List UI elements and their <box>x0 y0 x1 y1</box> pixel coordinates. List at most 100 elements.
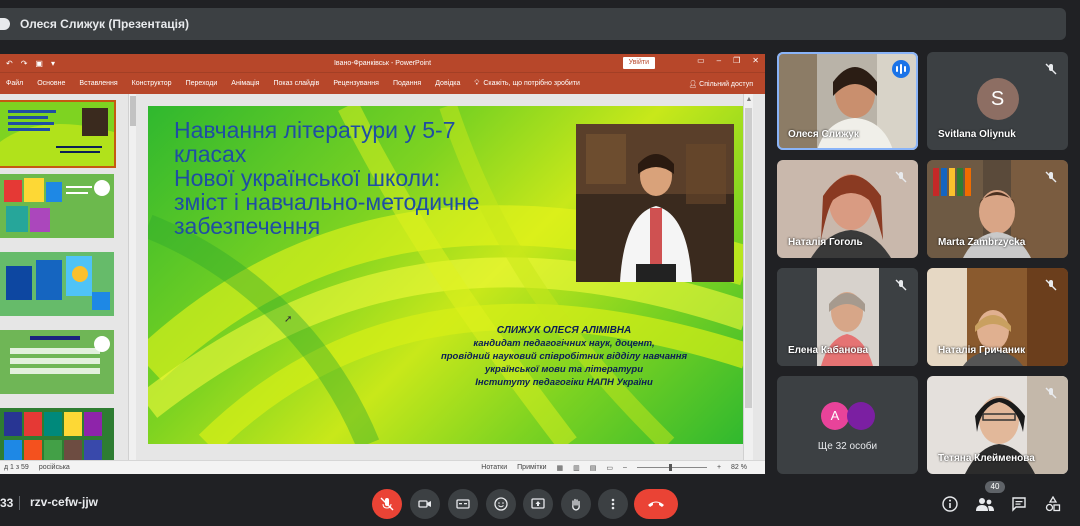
participant-tile[interactable]: Наталія Гоголь <box>777 160 918 258</box>
slide-thumbnail[interactable] <box>0 330 114 394</box>
more-participants-label: Ще 32 особи <box>817 441 878 452</box>
zoom-in-icon[interactable]: + <box>717 464 721 471</box>
participant-name: Наталія Гоголь <box>788 237 863 248</box>
share-button[interactable]: 👤︎ Спільний доступ <box>688 80 753 88</box>
participant-tile[interactable]: Олеся Слижук <box>777 52 918 150</box>
slide-scroll-thumb[interactable] <box>745 108 752 408</box>
thumbnail-graphic <box>0 330 114 394</box>
signin-button[interactable]: Увійти <box>622 57 655 69</box>
avatar: A <box>821 402 849 430</box>
meeting-time: 33 <box>0 496 14 510</box>
captions-button[interactable] <box>448 489 478 519</box>
ppt-statusbar: д 1 з 59 російська Нотатки Примітки ▦ ▥ … <box>0 460 765 474</box>
slide-thumbnail[interactable] <box>0 174 114 238</box>
reactions-button[interactable] <box>486 489 516 519</box>
camera-toggle-button[interactable] <box>410 489 440 519</box>
ribbon-tab-insert[interactable]: Вставлення <box>79 80 117 87</box>
participant-tile[interactable]: Наталія Гричаник <box>927 268 1068 366</box>
chat-icon <box>1012 497 1026 512</box>
comments-button[interactable]: Примітки <box>517 464 546 471</box>
mic-off-icon <box>895 279 907 291</box>
tell-me-box[interactable]: 💡︎ Скажіть, що потрібно зробити <box>474 80 580 88</box>
thumbnail-scroll-thumb[interactable] <box>130 96 136 126</box>
hangup-icon <box>648 501 664 507</box>
slide-title-line: зміст і навчально-методичне <box>174 189 480 215</box>
present-screen-icon <box>531 498 545 509</box>
ribbon-options-icon[interactable]: ▭ <box>697 56 705 65</box>
presenter-bar: Олеся Слижук (Презентація) <box>0 8 1066 40</box>
thumbnail-scrollbar[interactable] <box>128 94 136 460</box>
author-block: СЛИЖУК ОЛЕСЯ АЛІМІВНА кандидат педагогіч… <box>394 324 734 389</box>
meet-window: Олеся Слижук (Презентація) ↶ ↷ ▣ ▾ Івано… <box>0 0 1080 526</box>
ribbon-tab-help[interactable]: Довідка <box>435 80 460 87</box>
leave-call-button[interactable] <box>634 489 678 519</box>
slide-title-line: Навчання літератури у 5-7 <box>174 117 456 143</box>
zoom-level[interactable]: 82 % <box>731 464 747 471</box>
ribbon-tab-slideshow[interactable]: Показ слайдів <box>273 80 319 87</box>
close-icon[interactable]: ✕ <box>752 56 759 65</box>
participant-name: Marta Zambrzycka <box>938 237 1026 248</box>
minimize-icon[interactable]: – <box>717 56 721 65</box>
meeting-info-button[interactable] <box>940 494 960 514</box>
ribbon-tab-animations[interactable]: Анімація <box>231 80 259 87</box>
participant-name: Наталія Гричаник <box>938 345 1026 356</box>
slide-canvas: Навчання літератури у 5-7 класах Нової у… <box>138 94 753 460</box>
mic-toggle-button[interactable] <box>372 489 402 519</box>
more-participants-avatars: A <box>821 402 875 430</box>
author-position: провідний науковий співробітник відділу … <box>440 351 688 362</box>
slide-scrollbar[interactable]: ▲ <box>743 94 753 460</box>
meeting-controls: 33 rzv-cefw-jjw <box>0 480 1080 526</box>
divider <box>19 496 20 510</box>
zoom-slider-thumb[interactable] <box>668 464 672 471</box>
raise-hand-button[interactable] <box>561 489 591 519</box>
chat-button[interactable] <box>1009 494 1029 514</box>
participant-name: Елена Кабанова <box>788 345 869 356</box>
presenting-icon <box>0 18 10 30</box>
slideshow-view-icon[interactable]: ▭ <box>606 464 613 472</box>
ribbon-tab-transitions[interactable]: Переходи <box>186 80 218 87</box>
slide-counter: д 1 з 59 <box>4 464 29 471</box>
notes-button[interactable]: Нотатки <box>481 464 507 471</box>
participant-tile[interactable]: Елена Кабанова <box>777 268 918 366</box>
speaking-indicator-icon <box>892 60 910 78</box>
participant-tile[interactable]: S Svitlana Oliynuk <box>927 52 1068 150</box>
zoom-slider[interactable] <box>636 464 707 471</box>
ribbon-tab-file[interactable]: Файл <box>6 80 23 87</box>
more-participants-tile[interactable]: A Ще 32 особи <box>777 376 918 474</box>
participant-tile[interactable]: Тетяна Клейменова <box>927 376 1068 474</box>
ribbon-tab-review[interactable]: Рецензування <box>333 80 379 87</box>
people-button[interactable] <box>975 494 995 514</box>
slide-title-line: забезпечення <box>174 213 321 239</box>
hand-icon <box>572 498 580 511</box>
scroll-up-icon[interactable]: ▲ <box>745 96 753 104</box>
slide-title: Навчання літератури у 5-7 класах Нової у… <box>174 118 554 238</box>
sorter-view-icon[interactable]: ▥ <box>573 464 580 472</box>
slide-thumbnail[interactable] <box>0 100 116 168</box>
restore-icon[interactable]: ❐ <box>733 56 740 65</box>
present-button[interactable] <box>523 489 553 519</box>
camera-icon <box>418 500 431 508</box>
participant-name: Олеся Слижук <box>788 129 859 140</box>
participant-count-badge: 40 <box>985 481 1005 493</box>
thumbnail-graphic <box>0 252 114 316</box>
ribbon-tab-home[interactable]: Основне <box>37 80 65 87</box>
ribbon-tab-design[interactable]: Конструктор <box>132 80 172 87</box>
slide-thumbnail[interactable] <box>0 252 114 316</box>
mic-off-icon <box>1045 387 1057 399</box>
ppt-ribbon: Файл Основне Вставлення Конструктор Пере… <box>0 72 765 94</box>
mic-off-icon <box>895 171 907 183</box>
thumbnail-graphic <box>0 174 114 238</box>
participant-tile[interactable]: Marta Zambrzycka <box>927 160 1068 258</box>
activities-button[interactable] <box>1043 494 1063 514</box>
more-options-button[interactable] <box>598 489 628 519</box>
current-slide[interactable]: Навчання літератури у 5-7 класах Нової у… <box>148 106 746 444</box>
zoom-out-icon[interactable]: – <box>623 464 627 471</box>
normal-view-icon[interactable]: ▦ <box>557 464 564 472</box>
window-controls: ▭ – ❐ ✕ <box>697 56 759 65</box>
language-indicator[interactable]: російська <box>39 464 70 471</box>
lightbulb-icon: 💡︎ <box>474 79 480 87</box>
avatar: S <box>976 78 1019 120</box>
reading-view-icon[interactable]: ▤ <box>590 464 597 472</box>
ribbon-tab-view[interactable]: Подання <box>393 80 421 87</box>
slide-title-line: класах <box>174 141 247 167</box>
